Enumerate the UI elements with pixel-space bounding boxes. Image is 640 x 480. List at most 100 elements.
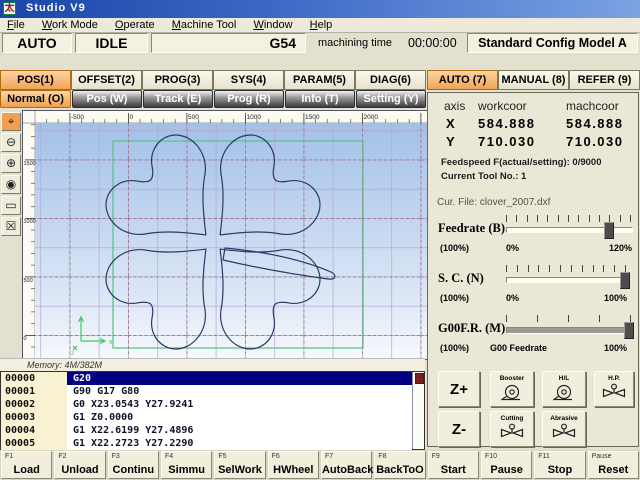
subtab-track[interactable]: Track (E)	[143, 90, 213, 108]
fkey-label: HWheel	[269, 464, 318, 476]
program-row[interactable]: 00004 G1 X22.6199 Y27.4896	[1, 424, 424, 437]
program-row[interactable]: 00001 G90 G17 G80	[1, 385, 424, 398]
function-key-bar: F1Load F2Unload F3Continu F4Simmu F5SelW…	[0, 450, 640, 480]
zoom-in-icon: ⊕	[6, 156, 16, 170]
tab-pos[interactable]: POS(1)	[0, 70, 71, 90]
window-zoom-button[interactable]: ▭	[1, 196, 21, 215]
z-plus-button[interactable]: Z+	[438, 371, 480, 407]
program-row[interactable]: 00003 G1 Z0.0000	[1, 411, 424, 424]
pan-tool-button[interactable]: ⌖	[1, 112, 21, 131]
program-scrollbar-thumb[interactable]	[415, 373, 424, 384]
tab-auto[interactable]: AUTO (7)	[427, 70, 498, 90]
col-header-machcoor: machcoor	[566, 99, 619, 113]
hp-button[interactable]: H.P.	[594, 371, 634, 407]
feedrate-slider-ticks	[506, 215, 631, 222]
program-line-code: G90 G17 G80	[67, 385, 412, 398]
booster-button[interactable]: Booster	[490, 371, 534, 407]
sc-slider-label: S. C. (N)	[438, 271, 484, 286]
state-indicator: IDLE	[75, 33, 148, 53]
app-icon-glyph: 太	[5, 3, 15, 14]
tab-offset[interactable]: OFFSET(2)	[71, 70, 142, 90]
config-name: Standard Config Model A	[467, 33, 638, 53]
center-view-icon: ◉	[6, 177, 16, 191]
toolpath-canvas[interactable]: -500 0 500 1000 1500 2000 1500 1000 500 …	[22, 110, 428, 360]
fkey-selwork[interactable]: F5SelWork	[214, 451, 265, 479]
fkey-hwheel[interactable]: F6HWheel	[268, 451, 319, 479]
zoom-in-button[interactable]: ⊕	[1, 154, 21, 173]
program-scrollbar[interactable]	[412, 372, 424, 449]
hl-button[interactable]: H/L	[542, 371, 586, 407]
center-view-button[interactable]: ◉	[1, 175, 21, 194]
sc-current: (100%)	[440, 293, 469, 303]
g00-slider-ticks	[506, 315, 631, 322]
fkey-autoback[interactable]: F7AutoBack	[321, 451, 372, 479]
subtab-setting[interactable]: Setting (Y)	[356, 90, 426, 108]
axis-x-machcoor: 584.888	[566, 116, 624, 131]
menu-window[interactable]: Window	[246, 18, 299, 32]
g00-mid-label: G00 Feedrate	[490, 343, 547, 353]
fkey-load[interactable]: F1Load	[1, 451, 52, 479]
fkey-pause[interactable]: F10Pause	[481, 451, 532, 479]
hp-label: H.P.	[601, 375, 627, 382]
fkey-label: BackToO	[375, 464, 424, 476]
fkey-stop[interactable]: F11Stop	[534, 451, 585, 479]
program-row[interactable]: 00002 G0 X23.0543 Y27.9241	[1, 398, 424, 411]
menu-file[interactable]: File	[0, 18, 32, 32]
menu-bar: File Work Mode Operate Machine Tool Wind…	[0, 18, 640, 33]
program-line-number: 00004	[1, 424, 67, 437]
ncstudio-window: 太 Studio V9 File Work Mode Operate Machi…	[0, 0, 640, 480]
sc-slider-track[interactable]	[506, 277, 628, 283]
fkey-continu[interactable]: F3Continu	[108, 451, 159, 479]
program-row[interactable]: 00000 G20	[1, 372, 424, 385]
subtab-pos[interactable]: Pos (W)	[72, 90, 142, 108]
program-line-code: G20	[67, 372, 412, 385]
auto-panel: axis workcoor machcoor X 584.888 584.888…	[427, 92, 639, 447]
feedrate-max: 120%	[609, 243, 632, 253]
cutting-button[interactable]: Cutting	[490, 411, 534, 447]
axis-y-machcoor: 710.030	[566, 134, 624, 149]
menu-help[interactable]: Help	[303, 18, 340, 32]
tab-param[interactable]: PARAM(5)	[284, 70, 355, 90]
program-list[interactable]: 00000 G20 00001 G90 G17 G80 00002 G0 X23…	[0, 371, 425, 450]
program-line-code: G1 X22.2723 Y27.2290	[67, 437, 412, 450]
svg-text:1500: 1500	[305, 114, 320, 121]
zoom-out-button[interactable]: ⊖	[1, 133, 21, 152]
tab-diag[interactable]: DIAG(6)	[355, 70, 426, 90]
memory-status: Memory: 4M/382M	[0, 358, 425, 371]
pan-tool-icon: ⌖	[8, 114, 15, 128]
abrasive-button[interactable]: Abrasive	[542, 411, 586, 447]
tab-sys[interactable]: SYS(4)	[213, 70, 284, 90]
fkey-unload[interactable]: F2Unload	[54, 451, 105, 479]
z-minus-button[interactable]: Z-	[438, 411, 480, 447]
clear-trace-button[interactable]: ☒	[1, 217, 21, 236]
fkey-label: Unload	[55, 464, 104, 476]
tab-prog[interactable]: PROG(3)	[142, 70, 213, 90]
window-zoom-icon: ▭	[5, 198, 16, 212]
menu-operate[interactable]: Operate	[108, 18, 162, 32]
fkey-reset[interactable]: PauseReset	[588, 451, 639, 479]
program-line-code: G1 Z0.0000	[67, 411, 412, 424]
g00-slider-track[interactable]	[506, 327, 633, 334]
sc-max: 100%	[604, 293, 627, 303]
menu-machine-tool[interactable]: Machine Tool	[165, 18, 244, 32]
window-title: Studio V9	[26, 2, 86, 14]
fkey-label: SelWork	[215, 464, 264, 476]
tab-manual[interactable]: MANUAL (8)	[498, 70, 569, 90]
menu-work-mode[interactable]: Work Mode	[35, 18, 105, 32]
fkey-start[interactable]: F9Start	[428, 451, 479, 479]
fkey-backtoo[interactable]: F8BackToO	[374, 451, 425, 479]
sc-slider-thumb[interactable]	[620, 272, 630, 289]
fkey-simmu[interactable]: F4Simmu	[161, 451, 212, 479]
axis-x-workcoor: 584.888	[478, 116, 536, 131]
subtab-info[interactable]: Info (T)	[285, 90, 355, 108]
feedrate-slider-thumb[interactable]	[604, 222, 614, 239]
current-tool-readout: Current Tool No.: 1	[441, 171, 526, 182]
g00-slider-thumb[interactable]	[624, 322, 634, 339]
tab-refer[interactable]: REFER (9)	[569, 70, 640, 90]
axis-y-name: Y	[446, 134, 455, 149]
fkey-keycap: Pause	[592, 453, 612, 460]
subtab-prog[interactable]: Prog (R)	[214, 90, 284, 108]
subtab-normal[interactable]: Normal (O)	[0, 90, 71, 108]
program-line-number: 00000	[1, 372, 67, 385]
program-row[interactable]: 00005 G1 X22.2723 Y27.2290	[1, 437, 424, 450]
